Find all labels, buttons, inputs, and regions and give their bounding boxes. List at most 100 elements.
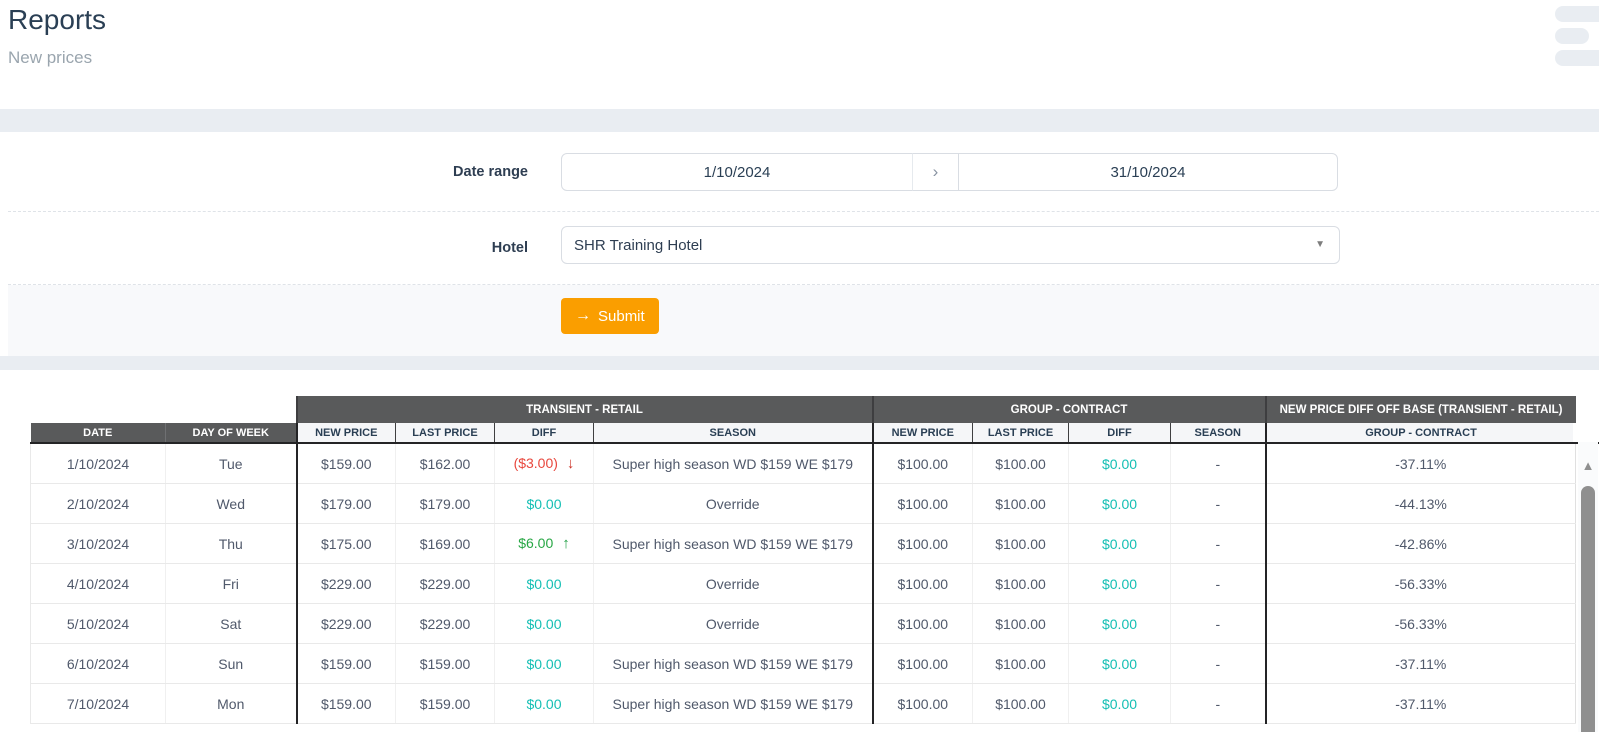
cell-group-diff: $0.00 (1068, 563, 1171, 604)
cell-group-diff: $0.00 (1068, 643, 1171, 684)
cell-day-of-week: Mon (165, 683, 297, 724)
cell-group-new-price: $100.00 (871, 563, 973, 604)
cell-transient-season: Override (592, 483, 873, 524)
cell-group-new-price: $100.00 (871, 603, 973, 644)
menu-bar-icon (1555, 50, 1599, 66)
cell-transient-last-price: $159.00 (395, 683, 495, 724)
hotel-select-value: SHR Training Hotel (574, 236, 703, 254)
diff-value: $0.00 (1101, 655, 1138, 672)
cell-diff-off-base: -44.13% (1264, 483, 1577, 524)
chevron-down-icon: ▼ (1315, 239, 1325, 250)
date-range-row: Date range › (8, 132, 1599, 212)
cell-date: 2/10/2024 (30, 483, 166, 524)
cell-group-new-price: $100.00 (871, 683, 973, 724)
group-header-spacer (30, 396, 297, 423)
arrow-up-icon: ↑ (562, 535, 570, 552)
table-row: 7/10/2024 Mon $159.00 $159.00 $0.00 Super hig… (30, 683, 1577, 724)
cell-group-season: - (1170, 563, 1266, 604)
date-range-group: › (561, 153, 1338, 191)
column-header: DATE (30, 423, 166, 444)
scroll-up-arrow-icon[interactable]: ▲ (1578, 458, 1598, 473)
cell-group-new-price: $100.00 (871, 523, 973, 564)
date-to-input[interactable] (958, 153, 1338, 191)
cell-day-of-week: Thu (165, 523, 297, 564)
report-table: TRANSIENT - RETAIL GROUP - CONTRACT NEW PR… (30, 396, 1577, 724)
chevron-right-icon: › (912, 153, 959, 191)
diff-value: $6.00 (518, 535, 554, 551)
cell-transient-new-price: $229.00 (295, 603, 396, 644)
cell-transient-new-price: $159.00 (295, 683, 396, 724)
table-row: 4/10/2024 Fri $229.00 $229.00 $0.00 Override $… (30, 563, 1577, 604)
cell-diff-off-base: -37.11% (1264, 643, 1577, 684)
diff-value: $0.00 (1101, 535, 1138, 552)
column-header: SEASON (592, 423, 873, 444)
column-header: NEW PRICE (871, 423, 973, 444)
cell-transient-diff: $0.00 (494, 683, 594, 724)
cell-group-last-price: $100.00 (972, 643, 1069, 684)
vertical-scrollbar[interactable]: ▲ (1578, 442, 1598, 732)
table-row: 2/10/2024 Wed $179.00 $179.00 $0.00 Override $… (30, 483, 1577, 524)
cell-group-last-price: $100.00 (972, 443, 1069, 484)
cell-group-last-price: $100.00 (972, 563, 1069, 604)
page-background-strip (0, 109, 1599, 132)
cell-date: 5/10/2024 (30, 603, 166, 644)
cell-transient-season: Override (592, 563, 873, 604)
cell-group-diff: $0.00 (1068, 523, 1171, 564)
diff-value: $0.00 (526, 695, 562, 712)
table-row: 1/10/2024 Tue $159.00 $162.00 ($3.00) ↓ Super … (30, 443, 1577, 484)
group-header-new-price-diff: NEW PRICE DIFF OFF BASE (TRANSIENT - RET… (1264, 396, 1576, 423)
diff-value: $0.00 (1101, 615, 1138, 632)
cell-group-new-price: $100.00 (871, 643, 973, 684)
menu-bar-icon (1555, 28, 1589, 44)
cell-group-new-price: $100.00 (871, 483, 973, 524)
group-header-group-contract: GROUP - CONTRACT (871, 396, 1266, 423)
arrow-down-icon: ↓ (566, 455, 575, 472)
cell-group-season: - (1170, 643, 1266, 684)
cell-group-new-price: $100.00 (871, 443, 973, 484)
table-row: 3/10/2024 Thu $175.00 $169.00 $6.00 ↑ Super hi… (30, 523, 1577, 564)
cell-date: 7/10/2024 (30, 683, 166, 724)
diff-value: $0.00 (526, 615, 562, 632)
cell-transient-last-price: $229.00 (395, 603, 495, 644)
diff-value: $0.00 (526, 655, 562, 672)
group-header-transient-retail: TRANSIENT - RETAIL (295, 396, 873, 423)
cell-diff-off-base: -37.11% (1264, 683, 1577, 724)
cell-group-last-price: $100.00 (972, 483, 1069, 524)
cell-transient-new-price: $179.00 (295, 483, 396, 524)
cell-group-last-price: $100.00 (972, 683, 1069, 724)
page-subtitle: New prices (8, 48, 93, 67)
column-header: SEASON (1170, 423, 1266, 444)
filter-card: Date range › Hotel SHR Training Hotel ▼ … (8, 132, 1599, 356)
cell-group-season: - (1170, 483, 1266, 524)
cell-day-of-week: Tue (165, 443, 297, 484)
diff-value: $0.00 (1101, 575, 1138, 592)
cell-transient-season: Super high season WD $159 WE $179 (592, 643, 873, 684)
cell-diff-off-base: -56.33% (1264, 563, 1577, 604)
column-header: DIFF (1068, 423, 1171, 444)
cell-day-of-week: Fri (165, 563, 297, 604)
hotel-select[interactable]: SHR Training Hotel ▼ (561, 226, 1340, 264)
diff-value: $0.00 (1101, 695, 1138, 712)
cell-transient-season: Super high season WD $159 WE $179 (592, 523, 873, 564)
cell-date: 6/10/2024 (30, 643, 166, 684)
cell-day-of-week: Wed (165, 483, 297, 524)
cell-date: 3/10/2024 (30, 523, 166, 564)
cell-transient-season: Override (592, 603, 873, 644)
table-row: 5/10/2024 Sat $229.00 $229.00 $0.00 Override $… (30, 603, 1577, 644)
page-background-strip (0, 356, 1599, 370)
date-from-input[interactable] (561, 153, 913, 191)
column-header: NEW PRICE (295, 423, 396, 444)
cell-day-of-week: Sat (165, 603, 297, 644)
menu-toggle-icon[interactable] (1555, 6, 1599, 72)
table-row: 6/10/2024 Sun $159.00 $159.00 $0.00 Super hig… (30, 643, 1577, 684)
report-table-body: 1/10/2024 Tue $159.00 $162.00 ($3.00) ↓ Super … (30, 443, 1577, 724)
cell-group-last-price: $100.00 (972, 603, 1069, 644)
cell-date: 1/10/2024 (30, 443, 166, 484)
cell-transient-new-price: $159.00 (295, 443, 396, 484)
submit-button[interactable]: → Submit (561, 298, 659, 334)
scrollbar-thumb[interactable] (1581, 486, 1595, 732)
cell-transient-diff: $0.00 (494, 483, 594, 524)
cell-diff-off-base: -37.11% (1264, 443, 1577, 484)
cell-transient-last-price: $179.00 (395, 483, 495, 524)
cell-transient-last-price: $162.00 (395, 443, 495, 484)
